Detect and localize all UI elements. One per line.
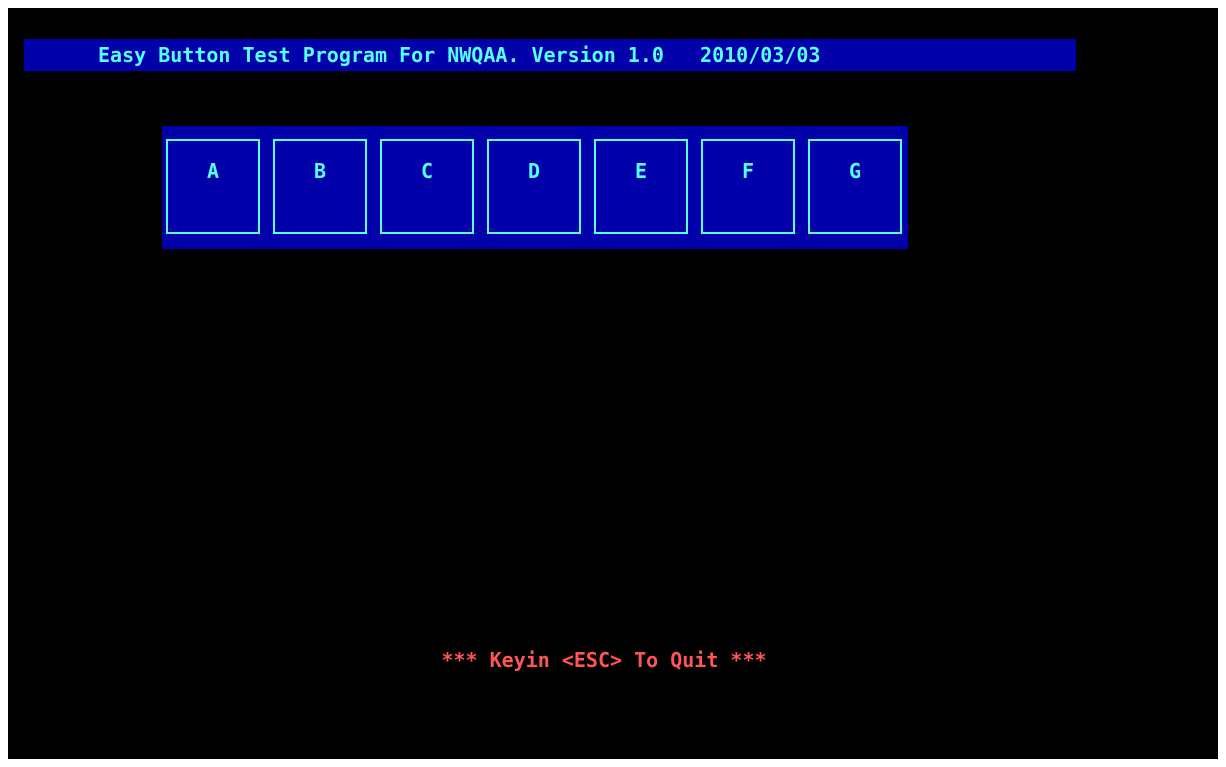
easy-button-f[interactable]: F	[701, 139, 795, 234]
easy-button-label: F	[741, 159, 755, 183]
easy-button-label: B	[313, 159, 327, 183]
easy-button-g[interactable]: G	[808, 139, 902, 234]
easy-button-label: G	[848, 159, 862, 183]
quit-hint: *** Keyin <ESC> To Quit ***	[441, 648, 767, 672]
easy-button-a[interactable]: A	[166, 139, 260, 234]
title-bar: Easy Button Test Program For NWQAA. Vers…	[24, 39, 1076, 71]
easy-button-panel: A B C D E F G	[162, 126, 908, 249]
easy-button-e[interactable]: E	[594, 139, 688, 234]
easy-button-label: A	[206, 159, 220, 183]
console-screen: Easy Button Test Program For NWQAA. Vers…	[8, 8, 1218, 759]
easy-button-d[interactable]: D	[487, 139, 581, 234]
easy-button-c[interactable]: C	[380, 139, 474, 234]
easy-button-label: E	[634, 159, 648, 183]
program-title: Easy Button Test Program For NWQAA. Vers…	[98, 43, 821, 67]
easy-button-b[interactable]: B	[273, 139, 367, 234]
easy-button-label: D	[527, 159, 541, 183]
easy-button-label: C	[420, 159, 434, 183]
